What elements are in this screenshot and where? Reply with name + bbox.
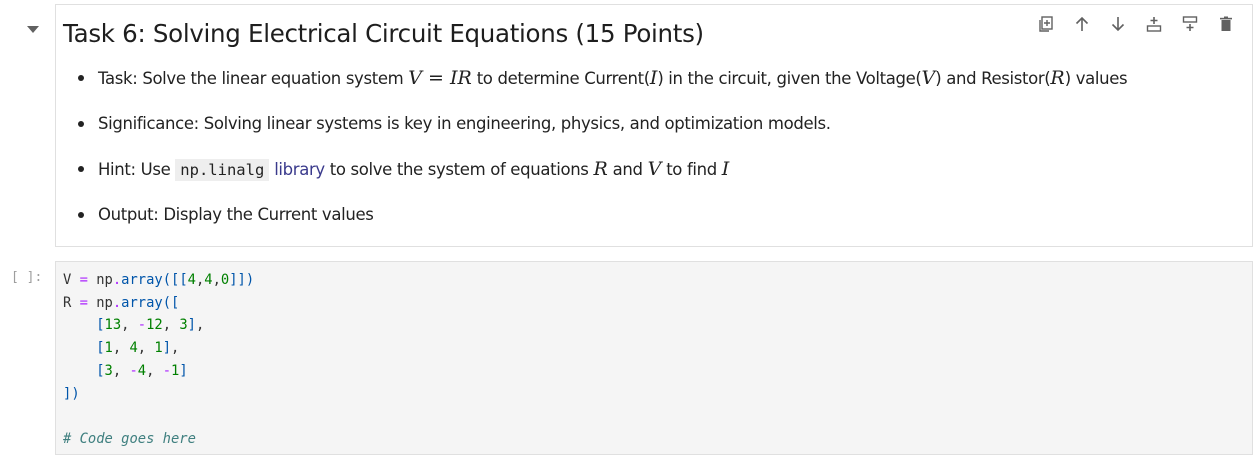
bullet-text: and <box>607 160 648 179</box>
list-item: Hint: Use np.linalg library to solve the… <box>78 158 1238 181</box>
equation: V = IR <box>408 67 472 89</box>
collapse-cell-icon[interactable] <box>27 26 39 33</box>
insert-below-icon[interactable] <box>1172 13 1208 35</box>
bullet-text: Task: Solve the linear equation system <box>98 69 409 88</box>
math-var-r: R <box>1050 67 1065 89</box>
math-var-r: R <box>593 158 608 180</box>
inline-code: np.linalg <box>175 159 270 181</box>
task-bullet-list: Task: Solve the linear equation system V… <box>56 67 1238 249</box>
code-cell-editor[interactable]: V = np.array([[4,4,0]]) R = np.array([ [… <box>55 261 1253 455</box>
bullet-text: ) and Resistor( <box>935 69 1051 88</box>
duplicate-cell-icon[interactable] <box>1028 13 1064 35</box>
math-var-v: V <box>647 158 662 180</box>
bullet-text: to find <box>661 160 722 179</box>
code-block[interactable]: V = np.array([[4,4,0]]) R = np.array([ [… <box>63 269 254 451</box>
bullet-text: Hint: Use <box>98 160 176 179</box>
insert-above-icon[interactable] <box>1136 13 1172 35</box>
list-item: Task: Solve the linear equation system V… <box>78 67 1238 89</box>
code-lines: V = np.array([[4,4,0]]) R = np.array([ [… <box>63 272 255 447</box>
bullet-text: Output: Display the Current values <box>98 204 374 224</box>
move-down-icon[interactable] <box>1100 13 1136 35</box>
bullet-text: Significance: Solving linear systems is … <box>98 113 831 133</box>
bullet-text: ) in the circuit, given the Voltage( <box>657 69 922 88</box>
library-link[interactable]: library <box>274 160 325 179</box>
cell-toolbar <box>1028 13 1244 35</box>
move-up-icon[interactable] <box>1064 13 1100 35</box>
list-item: Output: Display the Current values <box>78 204 1238 226</box>
math-var-i: I <box>721 158 730 180</box>
bullet-text: ) values <box>1064 69 1128 88</box>
bullet-text: to determine Current( <box>471 69 650 88</box>
cell-heading: Task 6: Solving Electrical Circuit Equat… <box>63 19 704 48</box>
list-item: Significance: Solving linear systems is … <box>78 113 1238 135</box>
markdown-cell[interactable]: Task 6: Solving Electrical Circuit Equat… <box>55 4 1253 247</box>
delete-icon[interactable] <box>1208 13 1244 35</box>
execution-prompt: [ ]: <box>11 270 43 285</box>
math-var-v: V <box>921 67 936 89</box>
bullet-text: to solve the system of equations <box>324 160 594 179</box>
